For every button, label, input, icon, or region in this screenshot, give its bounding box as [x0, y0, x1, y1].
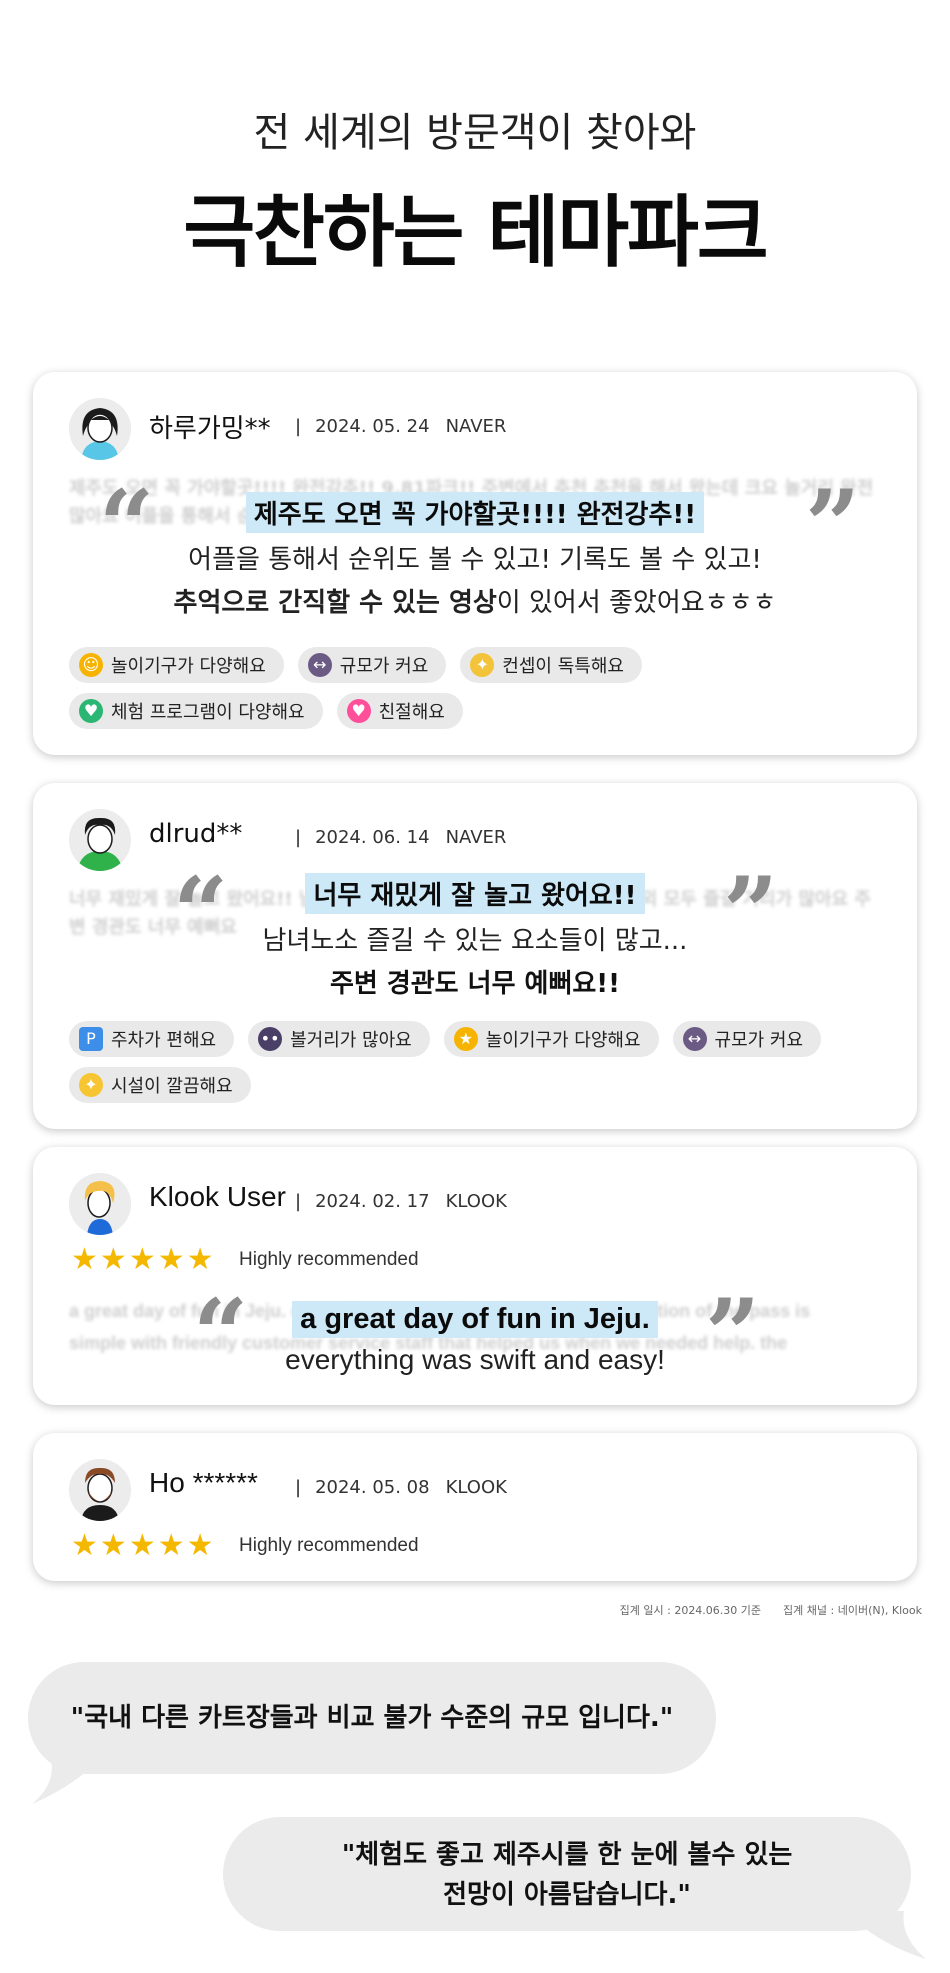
tag: ✦ 시설이 깔끔해요: [69, 1067, 251, 1103]
review-line: 남녀노소 즐길 수 있는 요소들이 많고...: [262, 926, 688, 956]
review-tags: P 주차가 편해요 •• 볼거리가 많아요 ★ 놀이기구가 다양해요 ↔ 규모가 커요 …: [69, 1021, 881, 1103]
tag: ↔ 규모가 커요: [297, 647, 447, 683]
review-source: NAVER: [445, 416, 507, 437]
bubble-text: "국내 다른 카트장들과 비교 불가 수준의 규모 입니다.": [70, 1703, 674, 1733]
star-icon: ★: [157, 1528, 185, 1563]
review-highlight-block: 제주도 오면 꼭 가야할곳!!!! 완전강추!! 어플을 통해서 순위도 볼 수…: [33, 492, 917, 619]
review-meta: | 2024. 06. 14 NAVER: [295, 827, 507, 848]
star-struck-face-icon: ★: [453, 1027, 478, 1051]
star-icon: ★: [186, 1528, 214, 1563]
bearded-avatar-icon: [69, 1459, 131, 1521]
rating-label: Highly recommended: [239, 1249, 419, 1270]
review-highlight-block: a great day of fun in Jeju. everything w…: [33, 1301, 917, 1376]
review-meta: | 2024. 02. 17 KLOOK: [295, 1191, 507, 1212]
left-right-arrow-icon: ↔: [682, 1027, 707, 1051]
review-card: Ho ****** | 2024. 05. 08 KLOOK ★ ★ ★ ★ ★ H…: [33, 1433, 917, 1581]
star-icon: ★: [71, 1242, 98, 1277]
star-icon: ★: [128, 1242, 156, 1277]
green-heart-icon: ♥: [79, 699, 103, 723]
bubble-text: 전망이 아름답습니다.": [443, 1880, 691, 1910]
review-line: 어플을 통해서 순위도 볼 수 있고! 기록도 볼 수 있고!: [188, 545, 762, 575]
tag: ↔ 규모가 커요: [672, 1021, 822, 1057]
speech-bubble-left: "국내 다른 카트장들과 비교 불가 수준의 규모 입니다.": [28, 1662, 716, 1774]
review-bold-line: 주변 경관도 너무 예뻐요!!: [329, 969, 621, 999]
review-card: dlrud** | 2024. 06. 14 NAVER 너무 재밌게 잘 놀고 왔…: [33, 783, 917, 1129]
review-date: 2024. 06. 14: [315, 827, 430, 848]
star-icon: ★: [157, 1242, 185, 1277]
bubble-tail-left: [32, 1756, 102, 1804]
star-icon: ★: [128, 1528, 156, 1563]
rating-label: Highly recommended: [239, 1535, 419, 1556]
review-highlight-block: 너무 재밌게 잘 놀고 왔어요!! 남녀노소 즐길 수 있는 요소들이 많고..…: [33, 873, 917, 1000]
tag: P 주차가 편해요: [69, 1021, 235, 1057]
hero-title: 극찬하는 테마파크: [183, 188, 768, 278]
review-line-rest: 이 있어서 좋았어요ㅎㅎㅎ: [496, 588, 777, 618]
tag: ✦ 컨셉이 독특해요: [460, 647, 642, 683]
tag: ★ 놀이기구가 다양해요: [443, 1021, 659, 1057]
user-name: Klook User: [149, 1181, 286, 1212]
review-highlight: 너무 재밌게 잘 놀고 왔어요!!: [305, 873, 645, 914]
review-tags: ☺ 놀이기구가 다양해요 ↔ 규모가 커요 ✦ 컨셉이 독특해요 ♥ 체험 프로그램이 …: [69, 647, 881, 729]
man-avatar-icon: [69, 809, 131, 871]
sparkles-icon: ✦: [79, 1073, 103, 1097]
star-icon: ★: [186, 1242, 214, 1277]
eyes-icon: ••: [258, 1027, 283, 1051]
user-name: 하루가밍**: [149, 414, 271, 444]
review-meta: | 2024. 05. 24 NAVER: [295, 416, 507, 437]
tag: ♥ 체험 프로그램이 다양해요: [69, 693, 323, 729]
left-right-arrow-icon: ↔: [307, 653, 332, 677]
tag: ☺ 놀이기구가 다양해요: [69, 647, 284, 683]
parking-icon: P: [79, 1027, 103, 1051]
star-icon: ★: [99, 1528, 127, 1563]
star-icon: ★: [99, 1242, 127, 1277]
review-source: KLOOK: [445, 1477, 507, 1498]
review-line: everything was swift and easy!: [285, 1344, 665, 1375]
review-date: 2024. 02. 17: [315, 1191, 430, 1212]
review-source: KLOOK: [445, 1191, 507, 1212]
review-date: 2024. 05. 08: [315, 1477, 430, 1498]
review-card: 하루가밍** | 2024. 05. 24 NAVER 제주도 오면 꼭 가야할곳!…: [33, 372, 917, 755]
review-highlight: 제주도 오면 꼭 가야할곳!!!! 완전강추!!: [245, 492, 705, 533]
tag: •• 볼거리가 많아요: [248, 1021, 430, 1057]
user-name: dlrud**: [149, 819, 243, 849]
pink-heart-icon: ♥: [346, 699, 371, 723]
review-bold-phrase: 추억으로 간직할 수 있는 영상: [173, 588, 497, 618]
star-icon: ★: [71, 1528, 98, 1563]
blonde-avatar-icon: [69, 1173, 131, 1235]
user-name: Ho ******: [149, 1467, 258, 1498]
speech-bubble-right: "체험도 좋고 제주시를 한 눈에 볼수 있는 전망이 아름답습니다.": [223, 1817, 911, 1931]
tag: ♥ 친절해요: [336, 693, 463, 729]
review-date: 2024. 05. 24: [315, 416, 430, 437]
review-source: NAVER: [445, 827, 507, 848]
woman-avatar-icon: [69, 398, 131, 460]
review-meta: | 2024. 05. 08 KLOOK: [295, 1477, 507, 1498]
lightbulb-icon: ✦: [470, 653, 495, 677]
bubble-text: "체험도 좋고 제주시를 한 눈에 볼수 있는: [341, 1840, 793, 1870]
collected-from: 집계 채널 : 네이버(N), Klook: [783, 1604, 922, 1617]
collection-footnote: 집계 일시 : 2024.06.30 기준 집계 채널 : 네이버(N), Klo…: [598, 1602, 922, 1618]
rating-stars: ★ ★ ★ ★ ★: [71, 1531, 214, 1561]
hero-subtitle: 전 세계의 방문객이 찾아와: [253, 110, 697, 156]
smiling-face-icon: ☺: [79, 653, 103, 677]
review-highlight: a great day of fun in Jeju.: [292, 1301, 658, 1338]
collected-at: 집계 일시 : 2024.06.30 기준: [619, 1604, 762, 1617]
bubble-tail-right: [844, 1911, 926, 1959]
rating-stars: ★ ★ ★ ★ ★: [71, 1245, 214, 1275]
review-card: Klook User | 2024. 02. 17 KLOOK ★ ★ ★ ★ ★ …: [33, 1147, 917, 1405]
